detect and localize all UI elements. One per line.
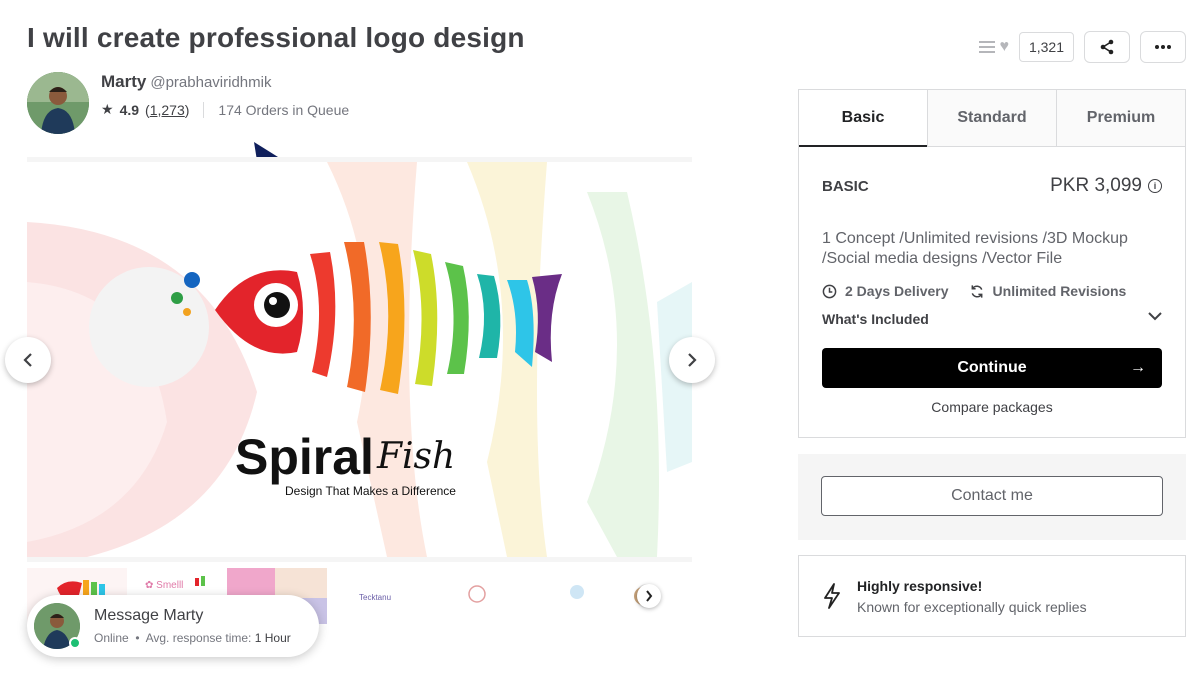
svg-text:Tecktanu: Tecktanu [359,593,391,602]
share-button[interactable] [1084,31,1130,63]
list-icon [979,41,996,53]
gig-gallery: Spiral Fish Design That Makes a Differen… [27,157,692,562]
contact-me-button[interactable]: Contact me [821,476,1163,516]
lightning-icon [824,583,840,609]
chevron-right-icon [646,590,653,602]
thumbnail[interactable] [427,568,527,624]
star-icon: ★ [101,101,114,117]
more-icon [1155,45,1171,49]
thumbnail[interactable] [527,568,627,624]
orders-in-queue: 174 Orders in Queue [218,101,350,118]
package-panel: Basic Standard Premium BASIC PKR 3,099 i … [798,89,1186,438]
seller-name[interactable]: Marty [101,72,146,91]
more-options-button[interactable] [1140,31,1186,63]
seller-rating: ★ 4.9 (1,273) 174 Orders in Queue [101,101,349,118]
logo-main-text: Spiral [235,429,374,485]
gig-title: I will create professional logo design [27,22,525,53]
delivery-time: 2 Days Delivery [845,283,949,299]
package-tabs: Basic Standard Premium [799,90,1185,147]
message-status: Online • Avg. response time: 1 Hour [94,631,291,645]
seller-overview: Marty @prabhaviridhmik ★ 4.9 (1,273) 174 … [27,72,349,134]
likes-count: 1,321 [1018,32,1074,62]
chevron-right-icon [688,353,697,367]
seller-avatar-small [34,603,81,649]
clock-icon [822,284,837,298]
highly-responsive-card: Highly responsive! Known for exceptional… [798,555,1186,637]
compare-packages-link[interactable]: Compare packages [822,399,1162,415]
svg-text:✿ Smelll: ✿ Smelll [145,580,183,591]
contact-section: Contact me [798,454,1186,540]
package-features: 2 Days Delivery Unlimited Revisions [822,283,1162,299]
message-seller-panel[interactable]: Message Marty Online • Avg. response tim… [27,595,319,657]
revisions: Unlimited Revisions [992,283,1127,299]
continue-button[interactable]: Continue → [822,348,1162,388]
refresh-icon [971,284,982,298]
gallery-slide[interactable]: Spiral Fish Design That Makes a Differen… [27,162,692,557]
heart-icon: ♥ [999,38,1009,55]
online-status-dot [69,637,81,649]
logo-artwork: Spiral Fish Design That Makes a Differen… [27,162,692,557]
tab-basic[interactable]: Basic [799,90,927,147]
whats-included-toggle[interactable]: What's Included [822,311,1162,327]
chevron-down-icon [1148,312,1162,321]
package-price: PKR 3,099 i [1050,175,1162,197]
seller-handle: @prabhaviridhmik [150,74,272,91]
seller-avatar[interactable] [27,72,89,134]
arrow-right-icon: → [1130,359,1146,376]
logo-script-text: Fish [376,436,455,477]
review-count[interactable]: (1,273) [145,102,189,118]
gig-actions: ♥ 1,321 [979,31,1186,63]
thumbnails-next-button[interactable] [637,584,661,608]
thumbnail[interactable]: Tecktanu [327,568,427,624]
tab-premium[interactable]: Premium [1056,90,1185,146]
response-subtitle: Known for exceptionally quick replies [857,598,1087,615]
thumbnail[interactable] [627,568,692,624]
gallery-next-button[interactable] [669,337,715,383]
rating-value: 4.9 [119,101,140,118]
message-title: Message Marty [94,607,204,624]
divider [203,101,205,118]
collection-toggle[interactable]: ♥ 1,321 [979,32,1074,62]
share-icon [1100,39,1114,55]
package-name: BASIC [822,177,869,195]
package-description: 1 Concept /Unlimited revisions /3D Mocku… [822,230,1128,267]
gallery-prev-button[interactable] [5,337,51,383]
chevron-left-icon [23,353,32,367]
tab-standard[interactable]: Standard [927,90,1056,146]
response-title: Highly responsive! [857,577,983,594]
logo-tagline: Design That Makes a Difference [285,484,456,498]
info-icon[interactable]: i [1148,179,1162,193]
